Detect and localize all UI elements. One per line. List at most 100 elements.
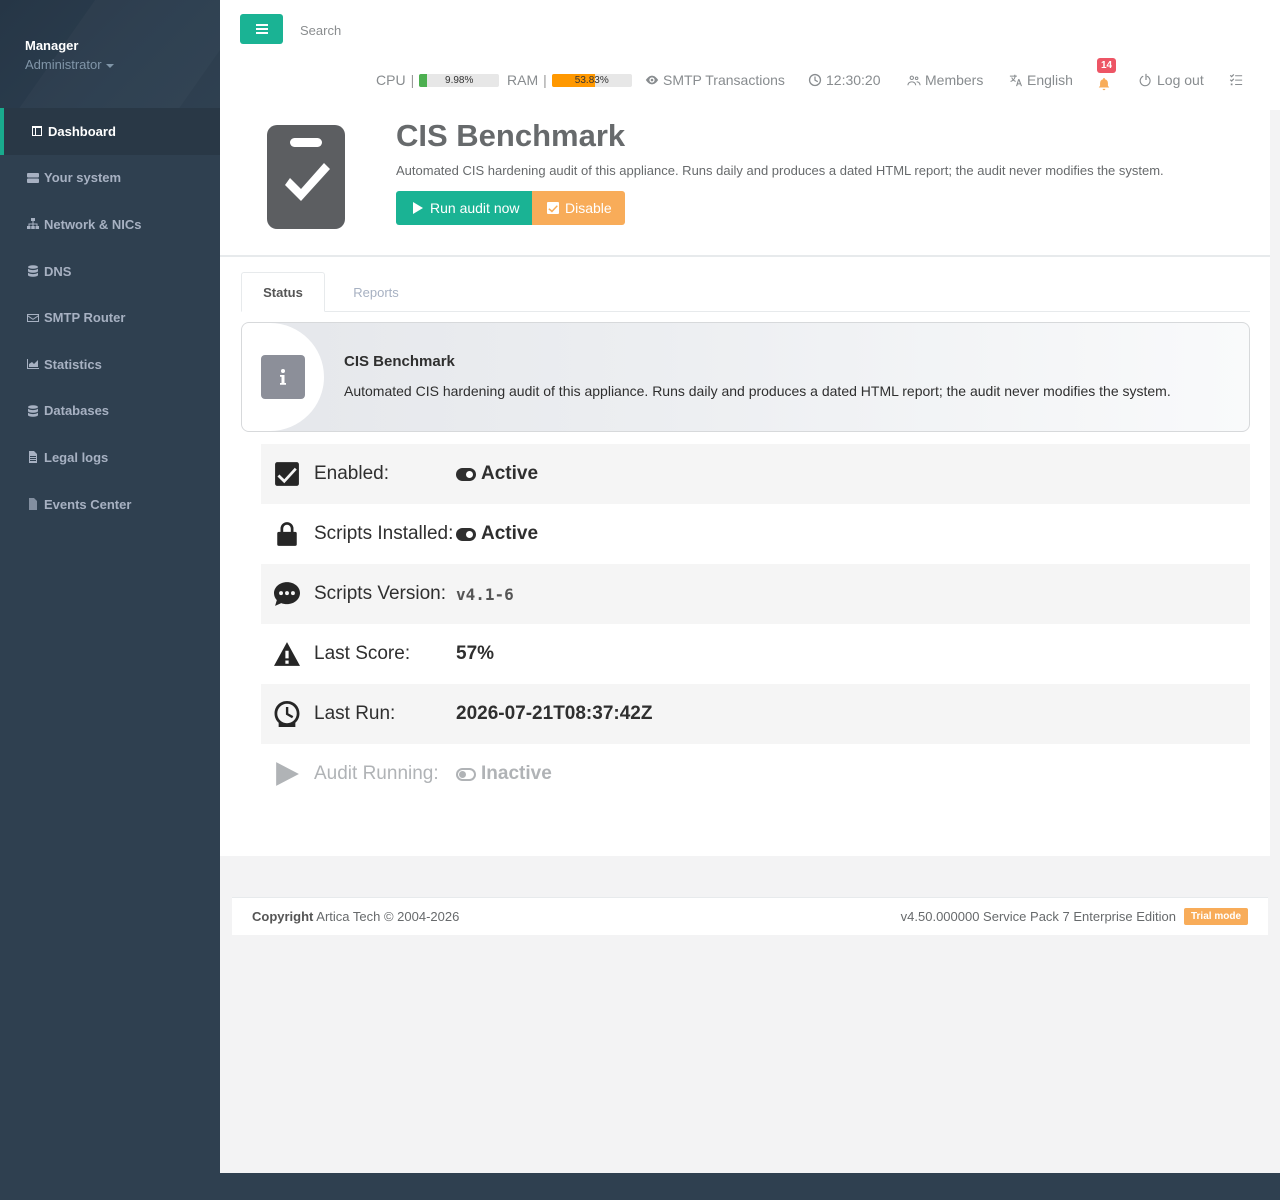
ram-progress-bar: 53.83%	[551, 73, 632, 87]
status-value: Inactive	[456, 763, 552, 785]
profile-name: Manager	[25, 38, 79, 53]
ram-label: RAM	[507, 72, 539, 88]
hamburger-icon	[255, 28, 268, 30]
lock-icon	[273, 520, 301, 548]
status-row-last-score: Last Score: 57%	[261, 624, 1250, 684]
sidebar-item-label: Databases	[44, 403, 110, 419]
sidebar-item-label: Events Center	[44, 496, 132, 512]
task-list-button[interactable]	[1229, 68, 1247, 92]
sidebar-item-statistics[interactable]: Statistics	[0, 341, 220, 388]
trial-mode-badge: Trial mode	[1183, 908, 1248, 925]
notifications-count-badge: 14	[1097, 58, 1117, 73]
sidebar-item-label: Your system	[44, 170, 122, 186]
logout-label: Log out	[1157, 72, 1204, 88]
eye-icon	[645, 75, 659, 85]
smtp-transactions-link[interactable]: SMTP Transactions	[645, 68, 785, 92]
comment-dots-icon	[273, 580, 301, 608]
status-row-scripts-installed: Scripts Installed: Active	[261, 504, 1250, 564]
status-label: Last Score:	[314, 643, 411, 664]
members-link[interactable]: Members	[907, 68, 983, 92]
tab-status[interactable]: Status	[241, 272, 325, 312]
profile-header: Manager Administrator	[0, 0, 220, 108]
profile-role-dropdown[interactable]: Administrator	[25, 57, 114, 72]
toggle-on-icon	[456, 467, 476, 481]
run-audit-label: Run audit now	[430, 200, 520, 216]
tab-reports[interactable]: Reports	[335, 272, 417, 312]
tasks-icon	[1229, 74, 1243, 86]
run-audit-button[interactable]: Run audit now	[396, 191, 532, 225]
layout-icon	[31, 125, 43, 137]
copyright: Copyright Artica Tech © 2004-2026	[252, 909, 459, 924]
clock-icon	[808, 73, 822, 87]
sidebar-item-legal-logs[interactable]: Legal logs	[0, 434, 220, 481]
warning-icon	[273, 640, 301, 668]
disable-button[interactable]: Disable	[532, 191, 625, 225]
info-icon	[261, 355, 305, 399]
status-value-text: Inactive	[481, 763, 552, 784]
sidebar-item-network[interactable]: Network & NICs	[0, 201, 220, 248]
status-value-text: Active	[481, 463, 539, 484]
status-value: v4.1-6	[456, 584, 514, 604]
bell-icon	[1098, 77, 1110, 91]
caret-down-icon	[105, 63, 114, 68]
footer: Copyright Artica Tech © 2004-2026 v4.50.…	[232, 897, 1268, 935]
logout-link[interactable]: Log out	[1139, 68, 1204, 92]
page-wrapper: CPU | 9.98% RAM | 53.83% SMTP Transactio…	[220, 0, 1280, 1173]
sidebar: Manager Administrator Dashboard Your sys…	[0, 0, 220, 1200]
profile-role-label: Administrator	[25, 57, 102, 72]
sidebar-item-label: Dashboard	[48, 123, 116, 139]
clock-time: 12:30:20	[826, 72, 881, 88]
sidebar-item-smtp-router[interactable]: SMTP Router	[0, 294, 220, 341]
sidebar-item-databases[interactable]: Databases	[0, 388, 220, 435]
sidebar-item-your-system[interactable]: Your system	[0, 155, 220, 202]
status-label: Last Run:	[314, 703, 396, 724]
check-square-icon	[547, 202, 559, 214]
disable-label: Disable	[565, 200, 612, 216]
page-description: Automated CIS hardening audit of this ap…	[396, 163, 1164, 178]
toggle-on-icon	[456, 527, 476, 541]
file-icon	[27, 451, 39, 464]
info-callout: CIS Benchmark Automated CIS hardening au…	[241, 322, 1250, 432]
status-label: Scripts Installed:	[314, 523, 454, 544]
search-input[interactable]	[300, 20, 600, 40]
members-label: Members	[925, 72, 984, 88]
tab-bar: Status Reports	[241, 272, 1250, 312]
status-value: 57%	[456, 643, 495, 664]
status-value: Active	[456, 463, 538, 485]
sidebar-item-dns[interactable]: DNS	[0, 248, 220, 295]
sitemap-icon	[27, 218, 39, 230]
status-row-last-run: Last Run: 2026-07-21T08:37:42Z	[261, 684, 1250, 744]
notifications-button[interactable]: 14	[1097, 58, 1117, 92]
status-value-text: Active	[481, 523, 539, 544]
sidebar-item-label: Network & NICs	[44, 216, 142, 232]
info-title: CIS Benchmark	[344, 353, 455, 370]
clock-display: 12:30:20	[808, 68, 881, 92]
power-icon	[1139, 73, 1151, 87]
menu-toggle-button[interactable]	[240, 14, 283, 44]
status-label: Audit Running:	[314, 763, 439, 784]
sidebar-item-dashboard[interactable]: Dashboard	[0, 108, 220, 155]
clock-icon	[273, 700, 301, 728]
main-content: Status Reports CIS Benchmark Automated C…	[220, 257, 1270, 856]
status-label: Scripts Version:	[314, 583, 446, 604]
sidebar-item-events-center[interactable]: Events Center	[0, 481, 220, 528]
version-info: v4.50.000000 Service Pack 7 Enterprise E…	[900, 909, 1176, 924]
cpu-label: CPU	[376, 72, 406, 88]
check-square-icon	[273, 460, 301, 488]
top-navbar: CPU | 9.98% RAM | 53.83% SMTP Transactio…	[220, 0, 1280, 110]
cpu-separator: |	[410, 72, 415, 88]
status-row-enabled: Enabled: Active	[261, 444, 1250, 504]
ram-value: 53.83%	[574, 74, 609, 86]
language-selector[interactable]: English	[1009, 68, 1073, 92]
status-table: Enabled: Active Scripts Installed: Activ…	[261, 444, 1250, 804]
sidebar-item-label: Statistics	[44, 356, 102, 372]
language-label: English	[1027, 72, 1073, 88]
toggle-off-icon	[456, 767, 476, 781]
smtp-transactions-label: SMTP Transactions	[663, 72, 785, 88]
copyright-label: Copyright	[252, 909, 314, 924]
status-label: Enabled:	[314, 463, 390, 484]
status-value: 2026-07-21T08:37:42Z	[456, 703, 653, 724]
chart-area-icon	[27, 358, 39, 370]
cpu-progress-bar: 9.98%	[419, 73, 500, 87]
ram-meter: RAM | 53.83%	[507, 68, 632, 92]
